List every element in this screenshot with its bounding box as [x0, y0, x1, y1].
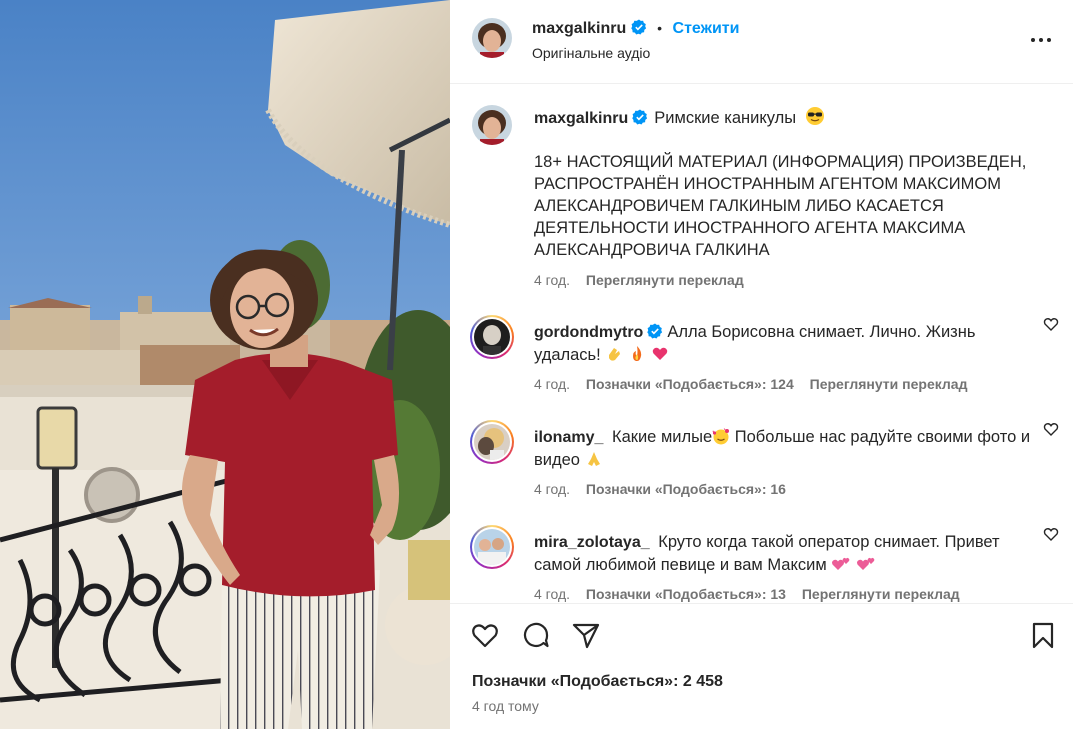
two-hearts-emoji-icon: [832, 557, 850, 570]
caption-age: 4 год.: [534, 272, 571, 288]
post-timestamp[interactable]: 4 год тому: [472, 698, 539, 714]
commenter-avatar: [474, 319, 510, 355]
header-title-row: maxgalkinru • Стежити: [532, 19, 739, 38]
comment-likes-link[interactable]: Позначки «Подобається»: 124: [586, 376, 794, 392]
comment-username[interactable]: gordondmytro: [534, 324, 643, 341]
two-hearts-emoji-icon: [856, 557, 875, 570]
fire-emoji-icon: [632, 346, 642, 361]
more-icon[interactable]: [1029, 30, 1053, 50]
clapping-hands-emoji-icon: [609, 348, 621, 361]
comment-username[interactable]: mira_zolotaya_: [534, 534, 650, 551]
caption-translate-link[interactable]: Переглянути переклад: [586, 272, 744, 288]
story-ring[interactable]: [470, 525, 514, 569]
comment-text: ilonamy_ Какие милые Побольше нас радуйт…: [534, 426, 1034, 471]
caption-username[interactable]: maxgalkinru: [534, 110, 628, 127]
author-avatar-image: [472, 18, 512, 58]
caption-meta: 4 год. Переглянути переклад: [534, 272, 756, 288]
comments-list[interactable]: maxgalkinru Римские каникулы 18+ НАСТОЯЩ…: [450, 85, 1073, 603]
bookmark-icon[interactable]: [1028, 620, 1058, 650]
comment-username[interactable]: ilonamy_: [534, 429, 603, 446]
post-header: maxgalkinru • Стежити Оригінальне аудіо: [450, 0, 1073, 84]
comment-age: 4 год.: [534, 376, 571, 392]
verified-badge-icon: [632, 109, 648, 125]
caption-avatar[interactable]: [472, 105, 512, 145]
caption-title: Римские каникулы: [654, 109, 797, 127]
commenter-avatar: [474, 424, 510, 460]
comment-translate-link[interactable]: Переглянути переклад: [810, 376, 968, 392]
comment-meta: 4 год. Позначки «Подобається»: 124 Перег…: [534, 376, 979, 392]
follow-button[interactable]: Стежити: [673, 20, 740, 37]
post-media[interactable]: [0, 0, 450, 729]
comment-like-heart-icon[interactable]: [1043, 316, 1059, 332]
story-ring[interactable]: [470, 315, 514, 359]
heart-icon[interactable]: [470, 620, 500, 650]
original-audio-link[interactable]: Оригінальне аудіо: [532, 45, 650, 61]
commenter-avatar: [474, 529, 510, 565]
comment-like-heart-icon[interactable]: [1043, 421, 1059, 437]
verified-badge-icon: [647, 323, 663, 339]
heart-emoji-icon: [652, 347, 667, 360]
author-avatar[interactable]: [472, 18, 512, 58]
story-ring[interactable]: [470, 420, 514, 464]
sunglasses-emoji-icon: [805, 107, 824, 125]
comment-likes-link[interactable]: Позначки «Подобається»: 13: [586, 586, 786, 602]
comment-age: 4 год.: [534, 481, 571, 497]
comment-like-heart-icon[interactable]: [1043, 526, 1059, 542]
comment-body: Какие милые: [611, 428, 713, 446]
comment-age: 4 год.: [534, 586, 571, 602]
comment-body-continued: Побольше нас радуйте своими фото и видео: [534, 428, 1031, 469]
post-likes-count[interactable]: Позначки «Подобається»: 2 458: [472, 673, 723, 691]
post-actions: Позначки «Подобається»: 2 458 4 год тому: [450, 603, 1073, 729]
author-username[interactable]: maxgalkinru: [532, 20, 626, 37]
header-dot: •: [657, 20, 663, 36]
comment-meta: 4 год. Позначки «Подобається»: 13 Перегл…: [534, 586, 972, 602]
folded-hands-emoji-icon: [587, 452, 600, 466]
comment-text: mira_zolotaya_ Круто когда такой операто…: [534, 531, 1034, 576]
comment-icon[interactable]: [521, 620, 551, 650]
comment-likes-link[interactable]: Позначки «Подобається»: 16: [586, 481, 786, 497]
caption-text: maxgalkinru Римские каникулы: [534, 106, 1044, 130]
post-side-panel: maxgalkinru • Стежити Оригінальне аудіо: [450, 0, 1073, 729]
smiling-hearts-emoji-icon: [712, 428, 730, 445]
verified-badge-icon: [631, 19, 646, 35]
post-photo: [0, 0, 450, 729]
caption-disclaimer: 18+ НАСТОЯЩИЙ МАТЕРИАЛ (ИНФОРМАЦИЯ) ПРОИ…: [534, 153, 1027, 259]
comment-meta: 4 год. Позначки «Подобається»: 16: [534, 481, 798, 497]
comment-text: gordondmytro Алла Борисовна снимает. Лич…: [534, 321, 1034, 366]
caption-avatar-image: [472, 105, 512, 145]
comment-translate-link[interactable]: Переглянути переклад: [802, 586, 960, 602]
share-icon[interactable]: [571, 620, 601, 650]
